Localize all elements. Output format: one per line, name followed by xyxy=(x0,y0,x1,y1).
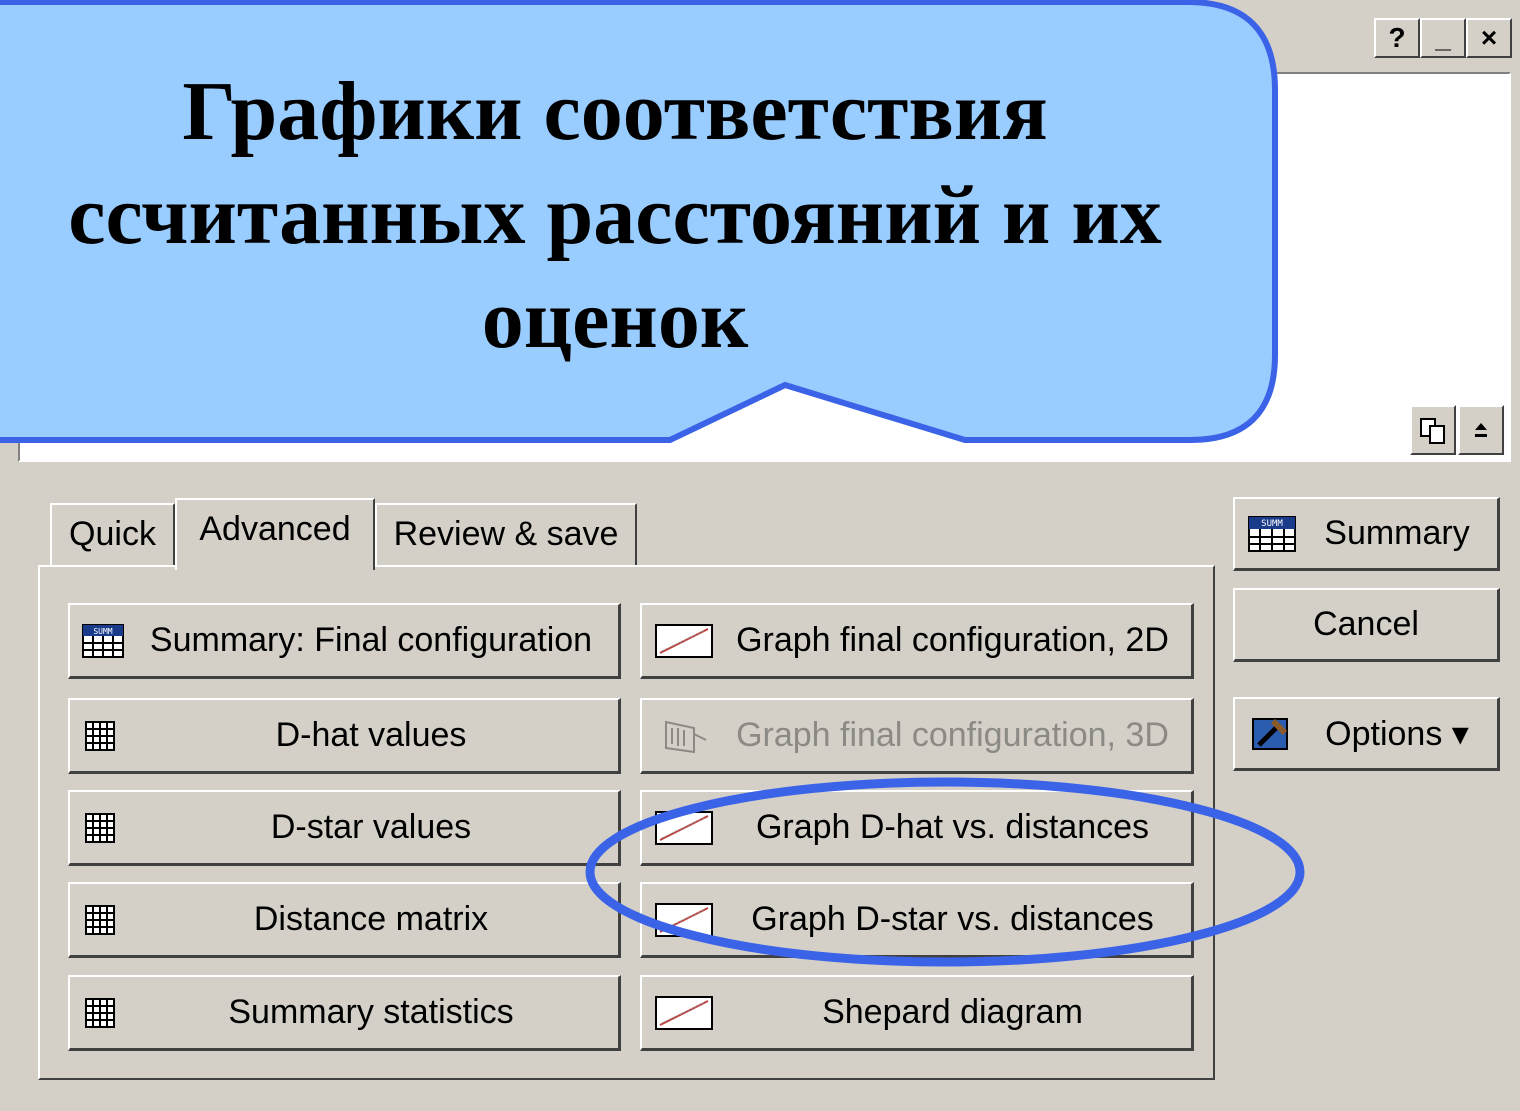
dialog-window: ? _ × Quick Advanced Review & save SUMM … xyxy=(0,0,1520,1111)
callout-line-2: ссчитанных расстояний и их xyxy=(68,169,1162,262)
tab-advanced[interactable]: Advanced xyxy=(175,498,375,570)
callout-text: Графики соответствия ссчитанных расстоян… xyxy=(0,60,1290,372)
callout-line-1: Графики соответствия xyxy=(182,65,1048,158)
callout-line-3: оценок xyxy=(481,273,749,366)
highlight-ellipse xyxy=(585,777,1305,967)
